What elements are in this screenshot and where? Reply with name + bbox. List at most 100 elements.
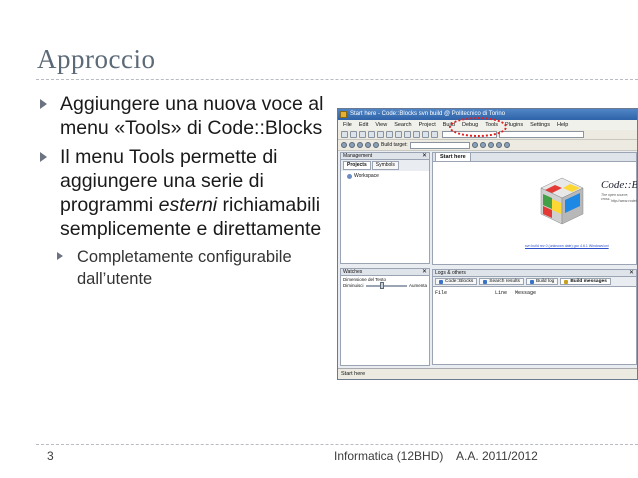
tab-label: Build log — [535, 279, 555, 284]
start-page: Code::B The open source, cross- http://w… — [432, 162, 637, 265]
menu-help[interactable]: Help — [557, 120, 568, 130]
tab-symbols[interactable]: Symbols — [371, 161, 399, 170]
management-tabs: Projects Symbols — [341, 160, 429, 171]
menu-search[interactable]: Search — [394, 120, 411, 130]
menu-file[interactable]: File — [343, 120, 352, 130]
version-link[interactable]: svn build rev 0 (unknown date) gcc 4.6.1… — [525, 244, 609, 248]
slider-track[interactable] — [365, 281, 407, 289]
sub-bullet-text: Completamente configurabile dall’utente — [77, 248, 292, 288]
logs-tabs: Code::Blocks Search results Build log Bu… — [432, 277, 637, 287]
left-dock: Management ✕ Projects Symbols Workspace … — [340, 152, 430, 366]
scope-combo[interactable] — [499, 131, 584, 138]
open-file-icon[interactable] — [350, 131, 357, 138]
stop-icon[interactable] — [373, 142, 379, 148]
bullet-item: Aggiungere una nuova voce al menu «Tools… — [40, 92, 340, 140]
menu-project[interactable]: Project — [419, 120, 436, 130]
tools-menu-highlight — [449, 117, 507, 137]
brand-text: Code::B — [601, 179, 638, 191]
build-run-icon[interactable] — [357, 142, 363, 148]
tab-label: Search results — [489, 279, 520, 284]
tab-label: Code::Blocks — [445, 279, 474, 284]
management-panel: Projects Symbols Workspace — [340, 160, 430, 264]
build-gear-icon[interactable] — [341, 142, 347, 148]
column-file[interactable]: File — [435, 290, 495, 296]
replace-icon[interactable] — [431, 131, 438, 138]
bullet-text: Aggiungere una nuova voce al menu «Tools… — [60, 93, 324, 139]
close-icon[interactable]: ✕ — [422, 153, 427, 159]
column-message[interactable]: Message — [515, 290, 536, 296]
redo-icon[interactable] — [386, 131, 393, 138]
menu-view[interactable]: View — [375, 120, 387, 130]
tab-codeblocks-log[interactable]: Code::Blocks — [435, 278, 478, 285]
editor-tab-bar: Start here — [432, 152, 637, 162]
increase-label: Aumenta — [408, 283, 427, 288]
bullet-emphasis: esterni — [158, 194, 218, 216]
close-icon[interactable]: ✕ — [422, 269, 427, 275]
codeblocks-screenshot: Start here - Code::Blocks svn build @ Po… — [337, 108, 638, 380]
step-into-icon[interactable] — [487, 142, 494, 148]
logs-header: Logs & others ✕ — [432, 269, 637, 277]
column-line[interactable]: Line — [495, 290, 515, 296]
save-icon[interactable] — [359, 131, 366, 138]
tab-projects[interactable]: Projects — [343, 161, 371, 170]
brand-url: http://www.codeb — [611, 199, 638, 203]
copy-icon[interactable] — [404, 131, 411, 138]
watches-title: Watches — [343, 269, 363, 275]
footer-divider — [36, 444, 638, 445]
workspace-icon — [347, 173, 352, 179]
menu-edit[interactable]: Edit — [359, 120, 368, 130]
bullet-item: Il menu Tools permette di aggiungere una… — [40, 145, 340, 241]
codeblocks-logo-icon — [540, 177, 584, 225]
sub-bullet-item: Completamente configurabile dall’utente — [40, 246, 340, 290]
save-all-icon[interactable] — [368, 131, 375, 138]
title-divider — [36, 79, 638, 80]
run-icon[interactable] — [349, 142, 355, 148]
font-size-slider[interactable]: Diminuisci Aumenta — [341, 281, 429, 289]
table-header: File Line Message — [433, 287, 636, 299]
build-messages-table: File Line Message — [432, 287, 637, 365]
academic-year: A.A. 2011/2012 — [456, 449, 538, 463]
tab-search-results[interactable]: Search results — [479, 278, 524, 285]
page-number: 3 — [47, 449, 54, 463]
undo-icon[interactable] — [377, 131, 384, 138]
gear-icon — [529, 279, 534, 284]
course-name: Informatica (12BHD) — [334, 449, 444, 463]
build-target-label: Build target: — [381, 142, 408, 148]
build-toolbar: Build target: — [338, 140, 637, 151]
bullet-arrow-icon — [40, 152, 47, 162]
decrease-label: Diminuisci — [343, 283, 364, 288]
log-icon — [439, 279, 443, 284]
bullet-arrow-icon — [40, 99, 47, 109]
logs-title: Logs & others — [435, 270, 466, 276]
new-file-icon[interactable] — [341, 131, 348, 138]
tab-start-here[interactable]: Start here — [435, 152, 471, 161]
slider-thumb[interactable] — [380, 281, 385, 289]
build-messages-icon — [564, 279, 569, 284]
debug-stop-icon[interactable] — [503, 142, 510, 148]
menu-plugins[interactable]: Plugins — [505, 120, 523, 130]
watches-header: Watches ✕ — [340, 268, 430, 276]
workspace-label: Workspace — [354, 173, 379, 179]
step-out-icon[interactable] — [495, 142, 502, 148]
watches-panel: Dimensione del Testo Diminuisci Aumenta — [340, 276, 430, 366]
menu-settings[interactable]: Settings — [530, 120, 550, 130]
cut-icon[interactable] — [395, 131, 402, 138]
right-dock: Start here Code::B The open source, cros… — [432, 152, 637, 366]
management-header: Management ✕ — [340, 152, 430, 160]
step-icon[interactable] — [479, 142, 486, 148]
debug-icon[interactable] — [471, 142, 478, 148]
search-icon — [483, 279, 488, 284]
app-icon — [340, 111, 347, 118]
workspace-tree-item[interactable]: Workspace — [341, 171, 429, 181]
find-icon[interactable] — [422, 131, 429, 138]
tab-build-messages[interactable]: Build messages — [560, 278, 611, 285]
tab-build-log[interactable]: Build log — [525, 278, 559, 285]
font-size-label: Dimensione del Testo — [343, 277, 386, 282]
build-target-combo[interactable] — [409, 141, 470, 149]
tab-label: Build messages — [570, 279, 607, 284]
management-title: Management — [343, 153, 373, 159]
bullet-list: Aggiungere una nuova voce al menu «Tools… — [40, 92, 340, 290]
paste-icon[interactable] — [413, 131, 420, 138]
rebuild-icon[interactable] — [365, 142, 371, 148]
close-icon[interactable]: ✕ — [629, 270, 634, 276]
